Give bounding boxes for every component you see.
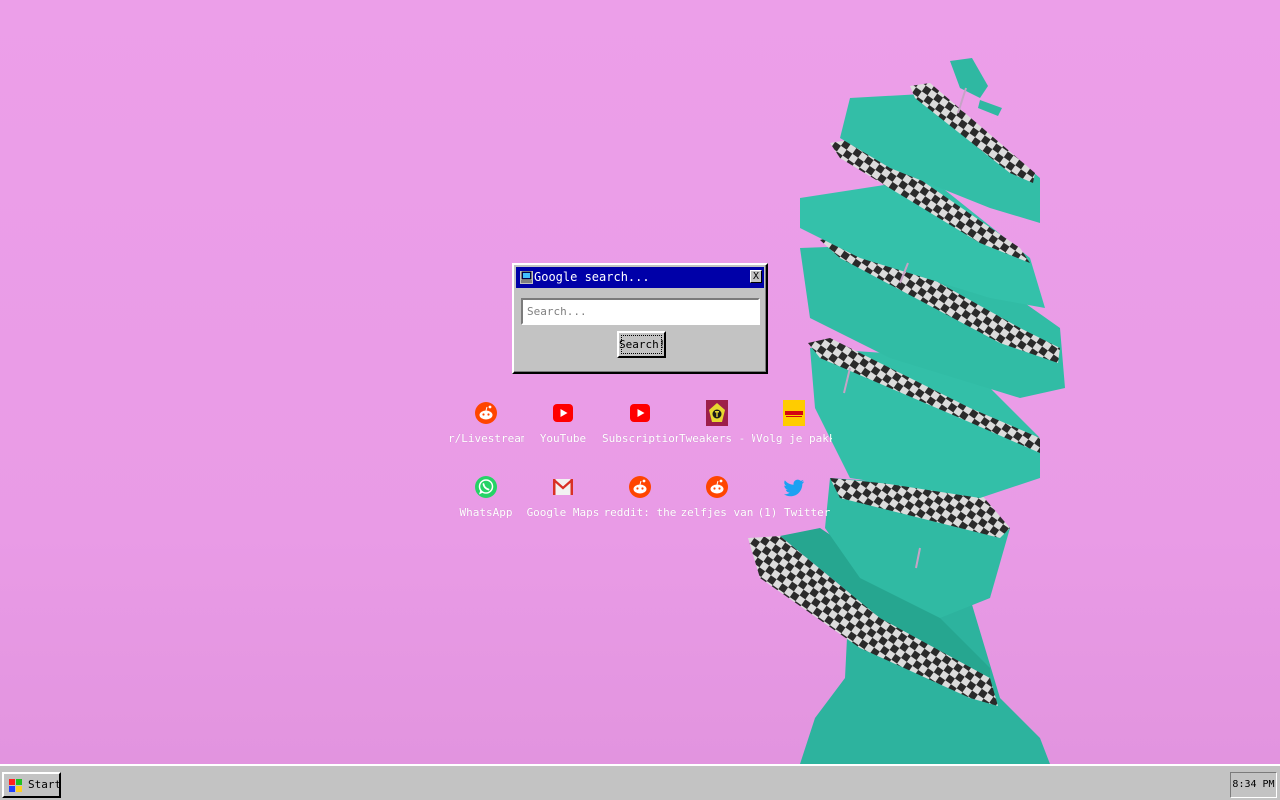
taskbar-clock: 8:34 PM (1230, 772, 1277, 798)
shortcut-youtube[interactable]: YouTube (525, 400, 601, 456)
shortcut-dhl[interactable]: Volg je pakk (756, 400, 832, 456)
search-button[interactable]: Search! (617, 331, 666, 358)
tweakers-icon (706, 400, 728, 426)
shortcut-label: Google Maps (525, 506, 601, 519)
start-button[interactable]: Start (2, 772, 61, 798)
shortcut-label: Volg je pakk (756, 432, 832, 445)
reddit-icon (629, 474, 651, 500)
youtube-icon (629, 400, 651, 426)
dhl-icon (783, 400, 805, 426)
shortcut-r-livestream[interactable]: r/Livestream (448, 400, 524, 456)
computer-icon (520, 271, 533, 284)
shortcut-label: r/Livestream (448, 432, 524, 445)
reddit-icon (475, 400, 497, 426)
dialog-titlebar[interactable]: Google search... X (516, 267, 764, 288)
youtube-icon (552, 400, 574, 426)
shortcut-tweakers[interactable]: Tweakers - W (679, 400, 755, 456)
search-input[interactable] (521, 298, 760, 325)
shortcut-label: Subscription (602, 432, 678, 445)
shortcut-google-maps[interactable]: Google Maps (525, 474, 601, 530)
taskbar: Start 8:34 PM (0, 764, 1280, 800)
shortcut-label: Tweakers - W (679, 432, 755, 445)
whatsapp-icon (475, 474, 497, 500)
shortcut-label: WhatsApp (448, 506, 524, 519)
close-icon: X (753, 271, 759, 282)
start-label: Start (28, 778, 61, 791)
shortcut-subscription[interactable]: Subscription (602, 400, 678, 456)
shortcut-label: YouTube (525, 432, 601, 445)
shortcut-label: reddit: the (602, 506, 678, 519)
google-search-dialog: Google search... X Search! (512, 263, 768, 374)
reddit-icon (706, 474, 728, 500)
shortcut-whatsapp[interactable]: WhatsApp (448, 474, 524, 530)
shortcut-zelfjes-van[interactable]: zelfjes van (679, 474, 755, 530)
desktop: Google search... X Search! r/Livestream … (0, 0, 1280, 764)
twitter-icon (783, 474, 805, 500)
shortcut-label: zelfjes van (679, 506, 755, 519)
close-button[interactable]: X (750, 270, 762, 283)
windows-logo-icon (8, 778, 24, 793)
shortcut-twitter[interactable]: (1) Twitter (756, 474, 832, 530)
shortcut-reddit-the[interactable]: reddit: the (602, 474, 678, 530)
dialog-title: Google search... (534, 267, 650, 288)
shortcut-label: (1) Twitter (756, 506, 832, 519)
gmail-icon (552, 474, 574, 500)
